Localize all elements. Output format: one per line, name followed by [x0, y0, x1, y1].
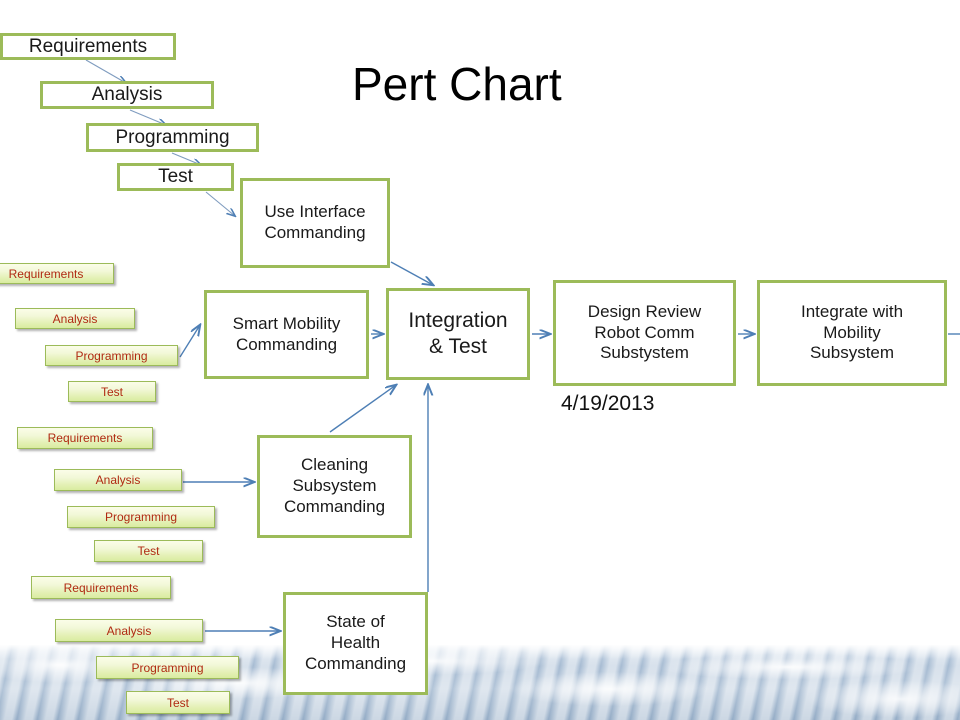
- edge-test-to-use-interface: [205, 191, 235, 216]
- task-node-integrate-with-mobility[interactable]: Integrate with Mobility Subsystem: [757, 280, 947, 386]
- stage-chip-label: Analysis: [95, 473, 141, 487]
- stage-chip-label: Requirements: [8, 266, 84, 281]
- task-node-label: Use Interface Commanding: [264, 202, 366, 242]
- task-node-label: Design Review Robot Comm Substystem: [587, 301, 702, 363]
- stage-chip-cleaning-subsystem-stages-analysis[interactable]: Analysis: [54, 469, 182, 491]
- stage-bar-programming[interactable]: Programming: [86, 123, 259, 152]
- stage-chip-ui-commanding-stages-analysis[interactable]: Analysis: [15, 308, 135, 329]
- stage-chip-cleaning-subsystem-stages-test[interactable]: Test: [94, 540, 203, 562]
- stage-chip-label: Programming: [131, 660, 204, 675]
- stage-chip-state-of-health-stages-programming[interactable]: Programming: [96, 656, 239, 679]
- stage-chip-ui-commanding-stages-test[interactable]: Test: [68, 381, 156, 402]
- task-node-label: Integration & Test: [408, 309, 508, 358]
- task-node-label: Cleaning Subsystem Commanding: [283, 455, 386, 516]
- stage-chip-label: Requirements: [47, 431, 123, 445]
- stage-chip-label: Analysis: [106, 623, 152, 638]
- edge-ui-stages-to-smart-mobility: [179, 325, 200, 358]
- stage-chip-cleaning-subsystem-stages-programming[interactable]: Programming: [67, 506, 215, 528]
- page-title: Pert Chart: [352, 58, 562, 110]
- stage-bar-label: Test: [158, 166, 193, 187]
- stage-chip-ui-commanding-stages-requirements[interactable]: Requirements: [0, 263, 114, 284]
- stage-chip-label: Analysis: [52, 311, 98, 326]
- stage-chip-label: Programming: [104, 510, 178, 524]
- pert-chart-canvas: Pert Chart 4/19/2013 Requirements Analysi…: [0, 0, 960, 720]
- stage-chip-label: Test: [166, 695, 189, 710]
- task-node-cleaning-subsystem-commanding[interactable]: Cleaning Subsystem Commanding: [257, 435, 412, 538]
- stage-bar-requirements[interactable]: Requirements: [0, 33, 176, 60]
- task-node-use-interface-commanding[interactable]: Use Interface Commanding: [240, 178, 390, 268]
- stage-chip-state-of-health-stages-analysis[interactable]: Analysis: [55, 619, 203, 642]
- date-stamp: 4/19/2013: [561, 392, 655, 415]
- task-node-integration-and-test[interactable]: Integration & Test: [386, 288, 530, 380]
- edge-use-interface-to-integration: [390, 261, 433, 285]
- stage-bar-label: Programming: [115, 126, 230, 148]
- stage-bar-label: Requirements: [28, 35, 148, 57]
- stage-chip-state-of-health-stages-test[interactable]: Test: [126, 691, 230, 714]
- stage-chip-label: Requirements: [63, 580, 139, 595]
- edge-requirements-to-analysis: [85, 59, 126, 83]
- stage-bar-label: Analysis: [91, 84, 163, 105]
- stage-chip-cleaning-subsystem-stages-requirements[interactable]: Requirements: [17, 427, 153, 449]
- edge-cleaning-to-integration: [329, 385, 396, 433]
- stage-bar-analysis[interactable]: Analysis: [40, 81, 214, 109]
- stage-chip-ui-commanding-stages-programming[interactable]: Programming: [45, 345, 178, 366]
- task-node-label: State of Health Commanding: [304, 612, 407, 673]
- task-node-smart-mobility-commanding[interactable]: Smart Mobility Commanding: [204, 290, 369, 379]
- stage-chip-label: Test: [100, 384, 123, 399]
- task-node-label: Smart Mobility Commanding: [232, 313, 341, 354]
- task-node-state-of-health-commanding[interactable]: State of Health Commanding: [283, 592, 428, 695]
- stage-chip-label: Programming: [75, 348, 148, 363]
- task-node-label: Integrate with Mobility Subsystem: [800, 301, 904, 363]
- stage-chip-label: Test: [137, 544, 160, 558]
- stage-chip-state-of-health-stages-requirements[interactable]: Requirements: [31, 576, 171, 599]
- stage-bar-test[interactable]: Test: [117, 163, 234, 191]
- task-node-design-review-robot-comm[interactable]: Design Review Robot Comm Substystem: [553, 280, 736, 386]
